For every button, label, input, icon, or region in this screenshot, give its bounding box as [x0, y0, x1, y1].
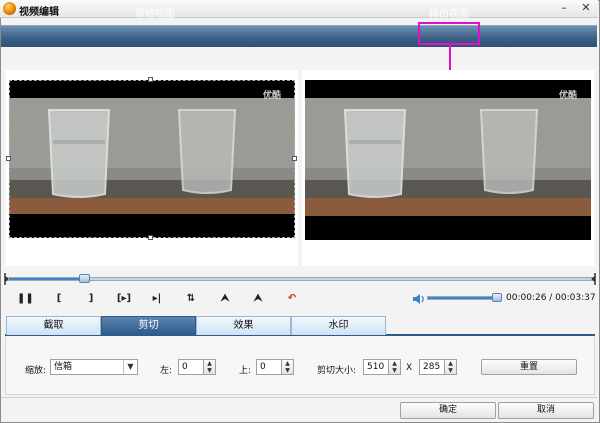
ok-button[interactable]: 确定: [400, 402, 496, 419]
zoom-label: 缩放:: [25, 366, 47, 376]
timeline-thumb[interactable]: [79, 274, 90, 283]
footer-divider: [1, 397, 597, 398]
crop-selection-frame[interactable]: [9, 80, 295, 238]
mark-out-button[interactable]: ]: [83, 292, 99, 306]
crop-height-input[interactable]: 285: [419, 359, 445, 375]
left-offset-label: 左:: [160, 366, 173, 376]
crop-width-spinner[interactable]: ▲ ▼: [389, 359, 401, 375]
rotate-right-button[interactable]: ⮝: [250, 292, 266, 306]
mark-in-button[interactable]: [: [51, 292, 67, 306]
volume-slider[interactable]: [427, 296, 501, 300]
reset-button[interactable]: 重置: [481, 359, 577, 375]
tab-effects[interactable]: 效果: [196, 316, 291, 335]
timeline-slider[interactable]: [8, 277, 592, 281]
volume-level: [428, 297, 498, 299]
crop-width-input[interactable]: 510: [363, 359, 389, 375]
chevron-down-icon[interactable]: ▼: [123, 360, 137, 374]
close-button[interactable]: ✕: [578, 1, 594, 16]
output-video-image: [305, 80, 591, 240]
view-header-bar: [1, 25, 597, 47]
time-readout: 00:00:26 / 00:03:37: [506, 293, 596, 303]
crop-handle-left[interactable]: [6, 156, 11, 161]
tab-crop[interactable]: 剪切: [101, 316, 196, 335]
crop-handle-top[interactable]: [148, 77, 153, 82]
original-view-label: 原始视图: [135, 9, 175, 20]
rotate-left-button[interactable]: ⮝: [217, 292, 233, 306]
pause-button[interactable]: ❚❚: [17, 292, 34, 306]
times-sign: X: [406, 363, 413, 373]
left-offset-spinner[interactable]: ▲ ▼: [204, 359, 216, 375]
minimize-button[interactable]: –: [556, 1, 572, 16]
output-view-label: 输出视图: [429, 9, 469, 20]
timeline-progress: [9, 278, 85, 280]
tab-capture[interactable]: 截取: [6, 316, 101, 335]
cancel-button[interactable]: 取消: [498, 402, 594, 419]
play-selection-button[interactable]: [▸]: [113, 292, 135, 306]
crop-size-label: 剪切大小:: [317, 366, 357, 376]
undo-button[interactable]: ↶: [284, 292, 300, 306]
next-frame-button[interactable]: ▸|: [149, 292, 165, 306]
output-watermark: 优酷: [559, 91, 578, 101]
crop-height-spinner[interactable]: ▲ ▼: [445, 359, 457, 375]
top-offset-input[interactable]: 0: [256, 359, 282, 375]
window-title: 视频编辑: [19, 7, 59, 18]
volume-thumb[interactable]: [492, 293, 502, 302]
speaker-icon[interactable]: [412, 292, 426, 306]
tab-watermark[interactable]: 水印: [291, 316, 386, 335]
flip-vertical-button[interactable]: ⇅: [183, 292, 199, 306]
left-offset-input[interactable]: 0: [178, 359, 204, 375]
top-offset-spinner[interactable]: ▲ ▼: [282, 359, 294, 375]
crop-handle-bottom[interactable]: [148, 235, 153, 240]
top-offset-label: 上:: [239, 366, 252, 376]
zoom-select-value: 信箱: [54, 362, 73, 372]
output-video-frame: 优酷: [305, 80, 591, 240]
crop-handle-right[interactable]: [292, 156, 297, 161]
app-icon: [3, 2, 16, 15]
title-bar: [0, 0, 598, 18]
output-view-highlight: [418, 22, 480, 45]
